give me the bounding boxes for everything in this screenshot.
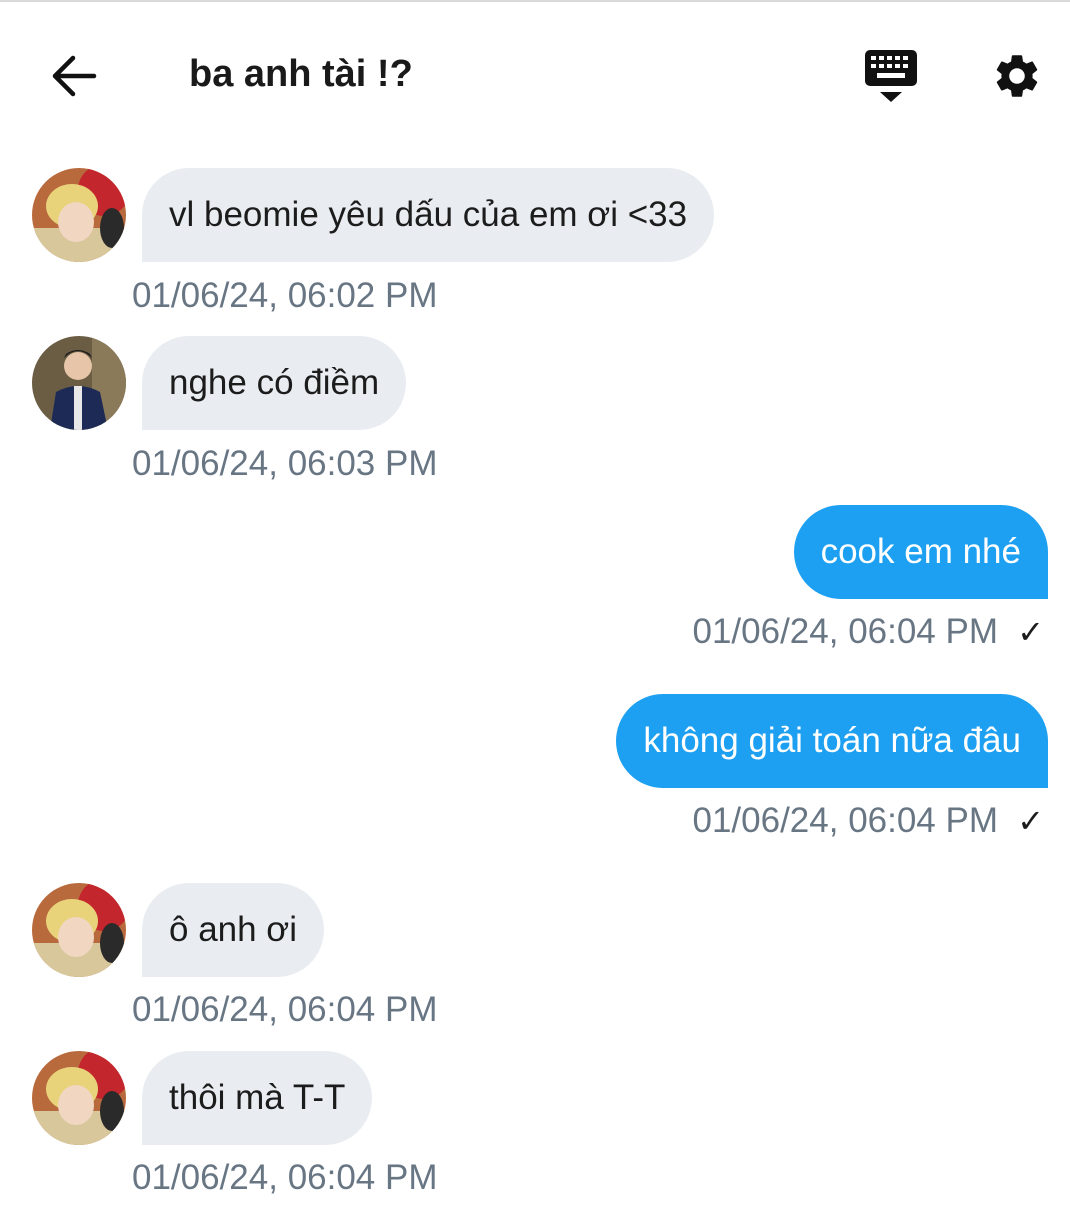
conversation-title: ba anh tài !? [189,53,413,95]
message-timestamp: 01/06/24, 06:04 PM [692,612,999,651]
back-button[interactable] [44,46,104,106]
message-bubble[interactable]: thôi mà T-T [142,1051,373,1145]
avatar-photo [32,1051,126,1145]
message-timestamp: 01/06/24, 06:02 PM [132,276,438,315]
avatar[interactable] [32,336,126,430]
message-timestamp: 01/06/24, 06:04 PM [132,1158,438,1197]
avatar[interactable] [32,168,126,262]
message-bubble[interactable]: vl beomie yêu dấu của em ơi <33 [142,168,715,262]
avatar-photo [32,168,126,262]
message-timestamp: 01/06/24, 06:03 PM [132,444,438,483]
sent-check-icon: ✓ [1017,803,1044,839]
sent-check-icon: ✓ [1017,614,1044,650]
message-timestamp: 01/06/24, 06:04 PM [692,801,999,840]
avatar[interactable] [32,1051,126,1145]
arrow-left-icon [52,55,97,97]
keyboard-button[interactable] [858,46,924,112]
avatar-photo [32,336,126,430]
conversation-header: ba anh tài !? [0,2,1070,142]
gear-icon [996,55,1038,97]
message-timestamp: 01/06/24, 06:04 PM [132,990,438,1029]
keyboard-icon [865,50,917,102]
message-bubble[interactable]: ô anh ơi [142,883,325,977]
avatar[interactable] [32,883,126,977]
message-bubble[interactable]: không giải toán nữa đâu [616,694,1048,788]
avatar-photo [32,883,126,977]
message-bubble[interactable]: cook em nhé [793,505,1048,599]
message-bubble[interactable]: nghe có điềm [142,336,407,430]
settings-button[interactable] [984,46,1050,106]
